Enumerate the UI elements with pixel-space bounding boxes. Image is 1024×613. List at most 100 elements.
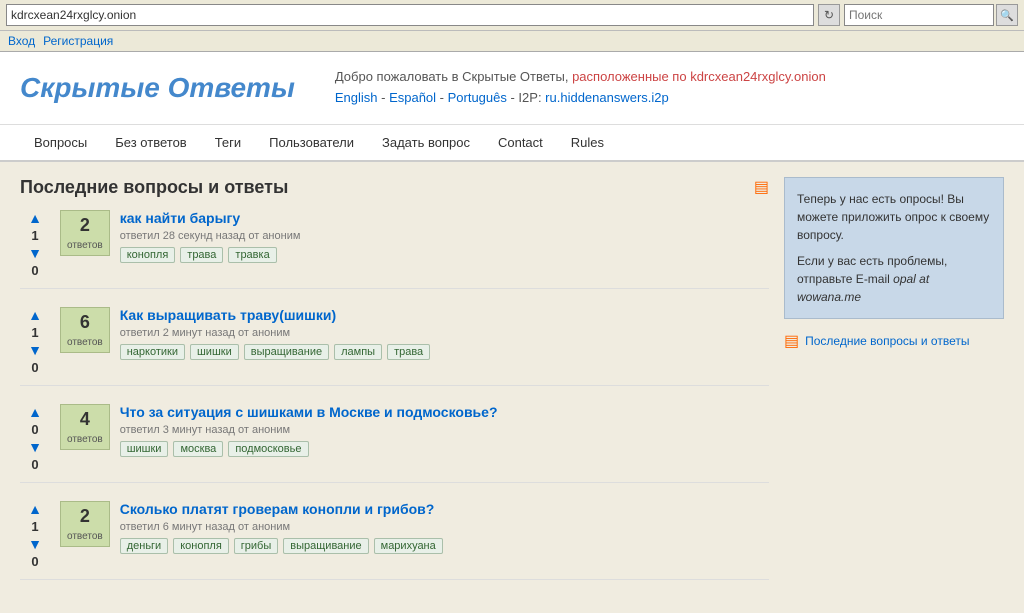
vote-down-button[interactable]: ▼	[25, 342, 45, 358]
answer-count-box: 6 ответов	[60, 307, 110, 353]
vote-up-button[interactable]: ▲	[25, 404, 45, 420]
answer-count: 6	[67, 312, 103, 333]
question-body: Что за ситуация с шишками в Москве и под…	[120, 404, 769, 457]
address-bar[interactable]: kdrcxean24rxglcy.onion	[6, 4, 814, 26]
browser-search-button[interactable]: 🔍	[996, 4, 1018, 26]
vote-count-down: 0	[31, 457, 38, 472]
question-item: ▲ 1 ▼ 0 2 ответов Сколько платят гровера…	[20, 501, 769, 580]
question-meta: ответил 6 минут назад от аноним	[120, 521, 769, 533]
lang-spanish[interactable]: Español	[389, 90, 436, 105]
question-meta: ответил 3 минут назад от аноним	[120, 424, 769, 436]
site-url: расположенные по kdrcxean24rxglcy.onion	[572, 69, 826, 84]
main-nav: Вопросы Без ответов Теги Пользователи За…	[0, 125, 1024, 162]
tag[interactable]: москва	[173, 441, 223, 457]
question-body: Сколько платят гроверам конопли и грибов…	[120, 501, 769, 554]
tags: деньги конопля грибы выращивание марихуа…	[120, 538, 769, 554]
main-content: Последние вопросы и ответы ▤ ▲ 1 ▼ 0 2 о…	[20, 177, 769, 598]
tag[interactable]: шишки	[120, 441, 169, 457]
answer-label: ответов	[67, 337, 103, 348]
rss-icon[interactable]: ▤	[754, 177, 769, 197]
nav-users[interactable]: Пользователи	[255, 125, 368, 160]
answer-count-box: 4 ответов	[60, 404, 110, 450]
welcome-prefix: Добро пожаловать в Скрытые Ответы,	[335, 69, 572, 84]
answer-label: ответов	[67, 531, 103, 542]
tag[interactable]: наркотики	[120, 344, 185, 360]
answer-count-box: 2 ответов	[60, 210, 110, 256]
nav-unanswered[interactable]: Без ответов	[101, 125, 200, 160]
tag[interactable]: трава	[180, 247, 223, 263]
address-bar-row: kdrcxean24rxglcy.onion ↻ 🔍	[0, 0, 1024, 31]
vote-down-button[interactable]: ▼	[25, 439, 45, 455]
question-title[interactable]: как найти барыгу	[120, 210, 769, 226]
vote-count-down: 0	[31, 263, 38, 278]
main-layout: Последние вопросы и ответы ▤ ▲ 1 ▼ 0 2 о…	[0, 162, 1024, 613]
register-link[interactable]: Регистрация	[43, 34, 113, 48]
rss-icon: ▤	[784, 331, 799, 351]
tag[interactable]: лампы	[334, 344, 382, 360]
vote-box: ▲ 1 ▼ 0	[20, 307, 50, 375]
refresh-icon: ↻	[824, 8, 834, 22]
lang-portuguese[interactable]: Português	[448, 90, 507, 105]
search-icon: 🔍	[1000, 9, 1014, 22]
vote-count-up: 0	[31, 422, 38, 437]
vote-down-button[interactable]: ▼	[25, 245, 45, 261]
sidebar-poll-box: Теперь у нас есть опросы! Вы можете прил…	[784, 177, 1004, 319]
lang-links: English - Español - Português - I2P: ru.…	[335, 88, 826, 109]
nav-rules[interactable]: Rules	[557, 125, 618, 160]
browser-search-input[interactable]	[844, 4, 994, 26]
tag[interactable]: шишки	[190, 344, 239, 360]
sidebar-contact-text: Если у вас есть проблемы, отправьте E-ma…	[797, 252, 991, 306]
tag[interactable]: выращивание	[244, 344, 329, 360]
question-title[interactable]: Сколько платят гроверам конопли и грибов…	[120, 501, 769, 517]
tag[interactable]: конопля	[120, 247, 176, 263]
vote-count-down: 0	[31, 360, 38, 375]
refresh-button[interactable]: ↻	[818, 4, 840, 26]
tag[interactable]: подмосковье	[228, 441, 308, 457]
question-meta: ответил 28 секунд назад от аноним	[120, 230, 769, 242]
sidebar-rss-link[interactable]: ▤ Последние вопросы и ответы	[784, 331, 1004, 351]
answer-count: 4	[67, 409, 103, 430]
tag[interactable]: марихуана	[374, 538, 443, 554]
question-title[interactable]: Что за ситуация с шишками в Москве и под…	[120, 404, 769, 420]
sidebar-poll-text: Теперь у нас есть опросы! Вы можете прил…	[797, 190, 991, 244]
tag[interactable]: выращивание	[283, 538, 368, 554]
tag[interactable]: грибы	[234, 538, 278, 554]
question-item: ▲ 0 ▼ 0 4 ответов Что за ситуация с шишк…	[20, 404, 769, 483]
answer-label: ответов	[67, 240, 103, 251]
login-link[interactable]: Вход	[8, 34, 35, 48]
vote-down-button[interactable]: ▼	[25, 536, 45, 552]
tag[interactable]: трава	[387, 344, 430, 360]
vote-up-button[interactable]: ▲	[25, 307, 45, 323]
question-title[interactable]: Как выращивать траву(шишки)	[120, 307, 769, 323]
tag[interactable]: деньги	[120, 538, 169, 554]
question-item: ▲ 1 ▼ 0 2 ответов как найти барыгу ответ…	[20, 210, 769, 289]
vote-up-button[interactable]: ▲	[25, 501, 45, 517]
nav-ask[interactable]: Задать вопрос	[368, 125, 484, 160]
address-text: kdrcxean24rxglcy.onion	[11, 8, 136, 22]
answer-label: ответов	[67, 434, 103, 445]
question-body: как найти барыгу ответил 28 секунд назад…	[120, 210, 769, 263]
browser-search-area: 🔍	[844, 4, 1018, 26]
tag[interactable]: конопля	[173, 538, 229, 554]
tags: наркотики шишки выращивание лампы трава	[120, 344, 769, 360]
nav-questions[interactable]: Вопросы	[20, 125, 101, 160]
vote-count-down: 0	[31, 554, 38, 569]
sidebar: Теперь у нас есть опросы! Вы можете прил…	[784, 177, 1004, 598]
lang-i2p[interactable]: ru.hiddenanswers.i2p	[545, 90, 669, 105]
answer-count: 2	[67, 506, 103, 527]
browser-chrome: kdrcxean24rxglcy.onion ↻ 🔍 Вход Регистра…	[0, 0, 1024, 52]
site-title: Скрытые Ответы	[20, 72, 295, 104]
section-heading: Последние вопросы и ответы ▤	[20, 177, 769, 198]
tag[interactable]: травка	[228, 247, 276, 263]
vote-box: ▲ 1 ▼ 0	[20, 210, 50, 278]
lang-english[interactable]: English	[335, 90, 378, 105]
nav-tags[interactable]: Теги	[201, 125, 255, 160]
vote-box: ▲ 0 ▼ 0	[20, 404, 50, 472]
welcome-line: Добро пожаловать в Скрытые Ответы, распо…	[335, 67, 826, 88]
sidebar-rss-label: Последние вопросы и ответы	[805, 334, 969, 348]
nav-contact[interactable]: Contact	[484, 125, 557, 160]
page-content: Скрытые Ответы Добро пожаловать в Скрыты…	[0, 52, 1024, 613]
section-title: Последние вопросы и ответы	[20, 177, 288, 198]
site-header: Скрытые Ответы Добро пожаловать в Скрыты…	[0, 52, 1024, 125]
vote-up-button[interactable]: ▲	[25, 210, 45, 226]
